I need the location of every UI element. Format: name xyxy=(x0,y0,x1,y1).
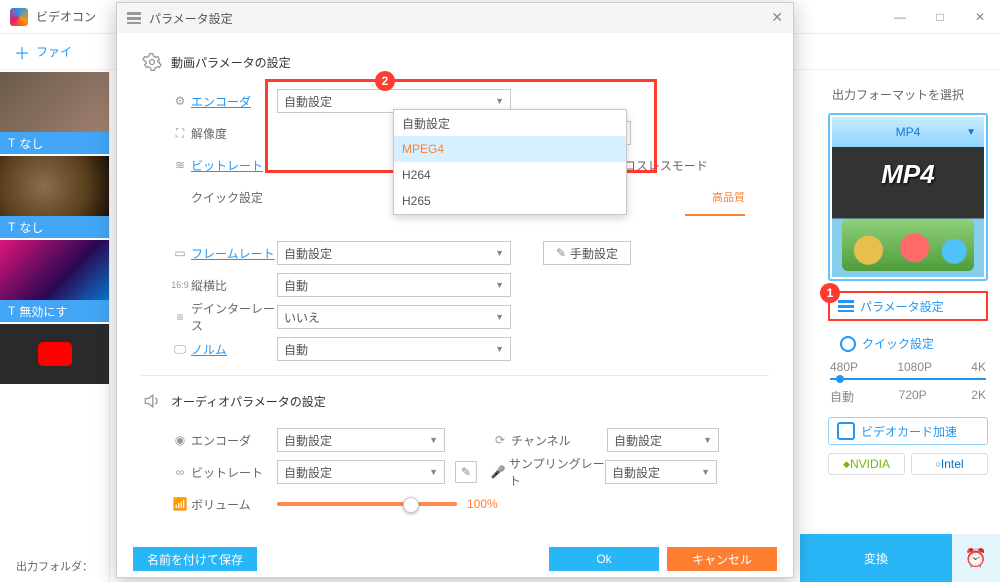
sampling-icon: 🎤 xyxy=(487,465,509,479)
sampling-select[interactable]: 自動設定▼ xyxy=(605,460,717,484)
framerate-select[interactable]: 自動設定▼ xyxy=(277,241,511,265)
callout-badge-2: 2 xyxy=(375,71,395,91)
minimize-icon[interactable]: — xyxy=(880,10,920,24)
encoder-label[interactable]: エンコーダ xyxy=(191,93,277,110)
param-dialog: パラメータ設定 ✕ 動画パラメータの設定 ⚙ エンコーダ 自動設定▼ ⛶ 解像度… xyxy=(116,2,794,578)
thumbnail[interactable] xyxy=(0,324,109,384)
res-slider-top: 480P1080P4K xyxy=(828,360,988,374)
audio-section-header: オーディオパラメータの設定 xyxy=(141,390,769,412)
alarm-icon[interactable]: ⏰ xyxy=(952,534,1000,582)
norm-select[interactable]: 自動▼ xyxy=(277,337,511,361)
encoder-option-h265[interactable]: H265 xyxy=(394,188,626,214)
close-icon[interactable]: ✕ xyxy=(771,9,783,26)
convert-button[interactable]: 変換 xyxy=(800,534,952,582)
quick-label: クイック設定 xyxy=(191,189,277,206)
encoder-option-auto[interactable]: 自動設定 xyxy=(394,110,626,136)
audio-bitrate-icon: ∞ xyxy=(169,465,191,479)
norm-icon: 🖵 xyxy=(169,342,191,357)
speaker-icon xyxy=(141,390,163,412)
bitrate-icon: ≋ xyxy=(169,158,191,172)
video-section-header: 動画パラメータの設定 xyxy=(141,51,769,73)
channel-label: チャンネル xyxy=(511,432,607,449)
output-format-select[interactable]: MP4▼ xyxy=(832,117,984,147)
deinterlace-select[interactable]: いいえ▼ xyxy=(277,305,511,329)
subtitle-tag[interactable]: Tなし xyxy=(0,132,109,154)
subtitle-tag[interactable]: T無効にす xyxy=(0,300,109,322)
res-slider-bottom: 自動720P2K xyxy=(828,388,988,405)
resolution-label: 解像度 xyxy=(191,125,277,142)
subtitle-tag[interactable]: Tなし xyxy=(0,216,109,238)
aspect-label: 縦横比 xyxy=(191,277,277,294)
gpu-accel-button[interactable]: ビデオカード加速 xyxy=(828,417,988,445)
volume-slider[interactable] xyxy=(277,502,457,506)
chevron-down-icon: ▼ xyxy=(495,96,504,106)
deinterlace-label: デインターレース xyxy=(191,300,277,334)
framerate-icon: ▭ xyxy=(169,246,191,260)
nvidia-logo-icon: ◆ NVIDIA xyxy=(828,453,905,475)
quality-slider[interactable] xyxy=(685,214,745,216)
sliders-icon xyxy=(838,300,854,312)
ok-button[interactable]: Ok xyxy=(549,547,659,571)
channel-icon: ⟳ xyxy=(489,433,511,447)
main-title: ビデオコン xyxy=(36,8,96,25)
param-settings-button[interactable]: 1 パラメータ設定 xyxy=(828,291,988,321)
encoder-dropdown[interactable]: 自動設定 MPEG4 H264 H265 xyxy=(393,109,627,215)
intel-logo-icon: ○ Intel xyxy=(911,453,988,475)
manual-framerate-button[interactable]: 手動設定 xyxy=(543,241,631,265)
gear-icon xyxy=(141,51,163,73)
encoder-option-h264[interactable]: H264 xyxy=(394,162,626,188)
plus-icon[interactable]: ＋ xyxy=(14,40,30,64)
channel-select[interactable]: 自動設定▼ xyxy=(607,428,719,452)
encoder-option-mpeg4[interactable]: MPEG4 xyxy=(394,136,626,162)
app-logo-icon xyxy=(10,8,28,26)
sliders-icon xyxy=(127,12,141,24)
audio-encoder-select[interactable]: 自動設定▼ xyxy=(277,428,445,452)
framerate-label[interactable]: フレームレート xyxy=(191,245,277,262)
audio-bitrate-select[interactable]: 自動設定▼ xyxy=(277,460,445,484)
gpu-logos: ◆ NVIDIA ○ Intel xyxy=(828,453,988,475)
output-card[interactable]: MP4▼ MP4 xyxy=(828,113,988,281)
thumbnail[interactable] xyxy=(0,156,109,216)
convert-bar: 変換 ⏰ xyxy=(800,534,1000,582)
aspect-icon: 16:9 xyxy=(169,280,191,290)
volume-value: 100% xyxy=(467,497,498,511)
audio-bitrate-label: ビットレート xyxy=(191,464,277,481)
sampling-label: サンプリングレート xyxy=(509,455,605,489)
save-as-button[interactable]: 名前を付けて保存 xyxy=(133,547,257,571)
aspect-select[interactable]: 自動▼ xyxy=(277,273,511,297)
volume-label: ボリューム xyxy=(191,496,277,513)
resolution-icon: ⛶ xyxy=(169,126,191,141)
dialog-titlebar: パラメータ設定 ✕ xyxy=(117,3,793,33)
close-icon[interactable]: ✕ xyxy=(960,10,1000,24)
thumbnail[interactable] xyxy=(0,240,109,300)
chevron-down-icon: ▼ xyxy=(966,127,976,138)
thumbnail[interactable] xyxy=(0,72,109,132)
maximize-icon[interactable]: □ xyxy=(920,10,960,24)
deinterlace-icon: ≡ xyxy=(169,310,191,324)
cancel-button[interactable]: キャンセル xyxy=(667,547,777,571)
edit-bitrate-button[interactable]: ✎ xyxy=(455,461,477,483)
quick-settings-label[interactable]: クイック設定 xyxy=(828,335,988,352)
res-slider[interactable] xyxy=(830,378,986,380)
encoder-icon: ⚙ xyxy=(169,94,191,108)
output-panel: 出力フォーマットを選択 MP4▼ MP4 1 パラメータ設定 クイック設定 48… xyxy=(828,86,988,475)
norm-label[interactable]: ノルム xyxy=(191,341,277,358)
thumbnail-list: Tなし Tなし T無効にす xyxy=(0,70,110,582)
callout-badge-1: 1 xyxy=(820,283,840,303)
audio-encoder-label: エンコーダ xyxy=(191,432,277,449)
add-file-label[interactable]: ファイ xyxy=(36,43,72,60)
output-title: 出力フォーマットを選択 xyxy=(832,86,988,103)
audio-encoder-icon: ◉ xyxy=(169,433,191,447)
volume-icon: 📶 xyxy=(169,497,191,511)
quality-label: 高品質 xyxy=(712,189,769,205)
output-preview: MP4 xyxy=(832,147,984,277)
dialog-title: パラメータ設定 xyxy=(149,10,233,27)
dialog-footer: 名前を付けて保存 Ok キャンセル xyxy=(117,541,793,577)
bitrate-label[interactable]: ビットレート xyxy=(191,157,277,174)
output-folder-label: 出力フォルダ： xyxy=(16,558,93,574)
